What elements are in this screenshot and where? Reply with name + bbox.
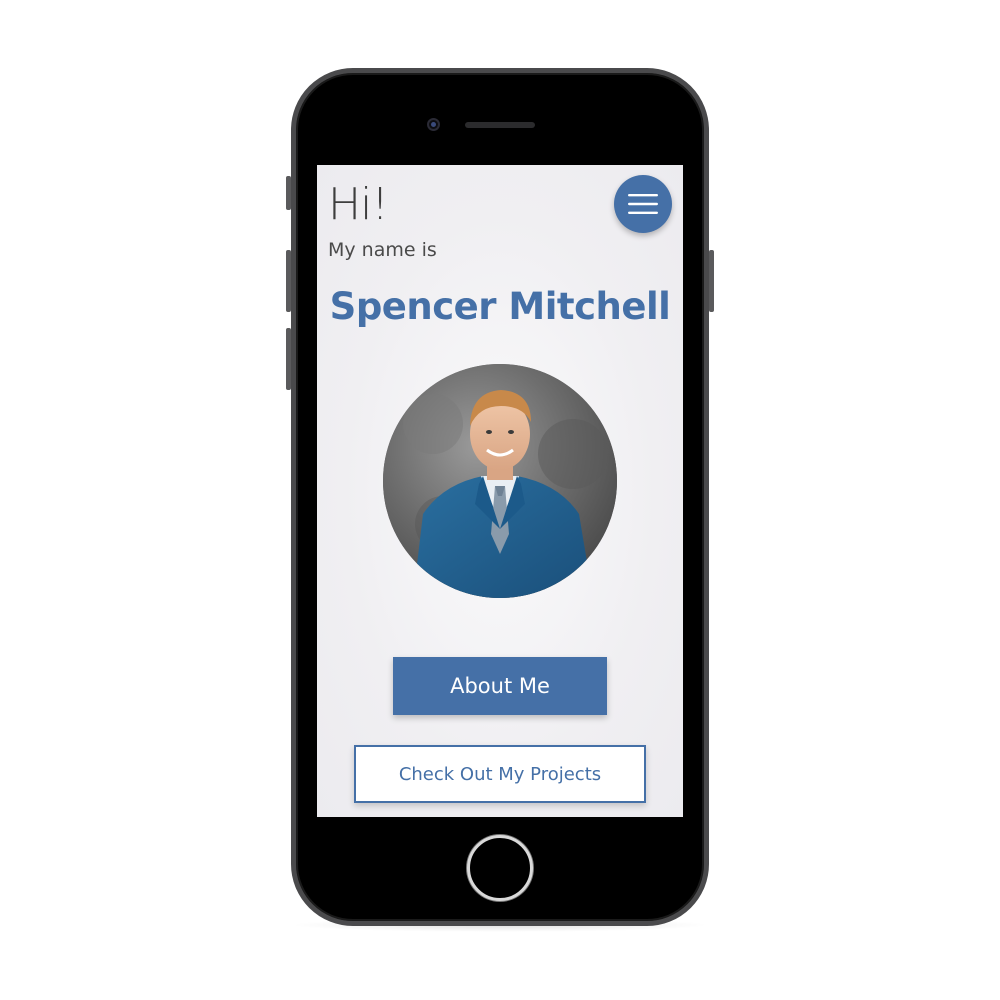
profile-photo: [383, 364, 617, 598]
intro-text: My name is: [328, 239, 437, 261]
projects-button[interactable]: Check Out My Projects: [354, 745, 646, 803]
about-me-button[interactable]: About Me: [393, 657, 607, 715]
person-name: Spencer Mitchell: [329, 285, 671, 328]
power-button: [709, 250, 714, 312]
home-button: [467, 835, 533, 901]
menu-button[interactable]: [614, 175, 672, 233]
greeting-heading: Hi!: [328, 179, 389, 230]
hamburger-menu-icon: [628, 194, 658, 214]
earpiece-speaker: [465, 122, 535, 128]
front-camera: [427, 118, 440, 131]
phone-screen: Hi! My name is Spencer Mitchell About Me…: [317, 165, 683, 817]
